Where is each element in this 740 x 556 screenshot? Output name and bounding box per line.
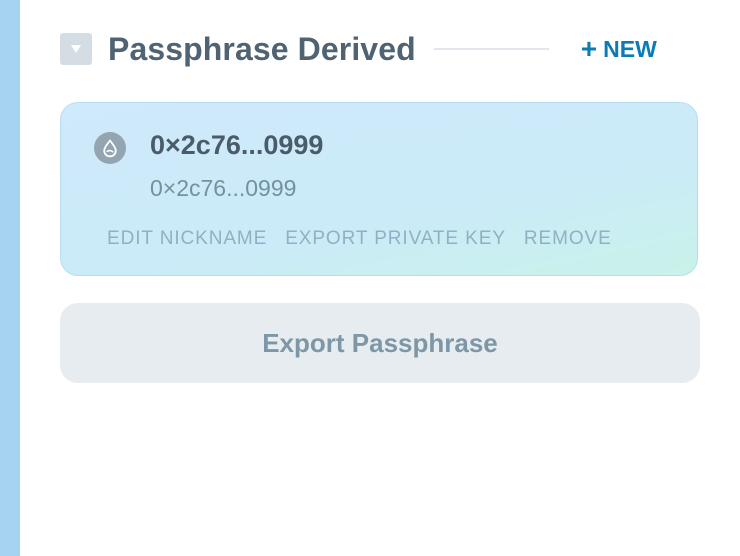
export-passphrase-button[interactable]: Export Passphrase [60,303,700,383]
plus-icon: + [580,33,598,64]
edit-nickname-link[interactable]: EDIT NICKNAME [107,228,267,250]
account-address: 0×2c76...0999 [150,175,297,201]
section-title: Passphrase Derived [108,30,416,67]
account-panel: Passphrase Derived + NEW 0×2c76...0999 0… [0,0,740,556]
export-private-key-link[interactable]: EXPORT PRIVATE KEY [285,228,506,250]
account-actions: EDIT NICKNAME EXPORT PRIVATE KEY REMOVE [107,228,612,250]
header-divider [433,48,549,50]
new-account-button[interactable]: + NEW [581,35,657,63]
account-card[interactable]: 0×2c76...0999 0×2c76...0999 EDIT NICKNAM… [60,102,698,276]
sui-droplet-icon [94,132,126,164]
account-nickname: 0×2c76...0999 [150,130,324,160]
collapse-toggle[interactable] [60,33,92,65]
remove-account-link[interactable]: REMOVE [524,228,612,250]
section-header: Passphrase Derived + NEW [60,28,700,70]
caret-down-icon [71,45,81,53]
new-account-label: NEW [603,35,657,62]
sidebar-edge [0,0,20,556]
